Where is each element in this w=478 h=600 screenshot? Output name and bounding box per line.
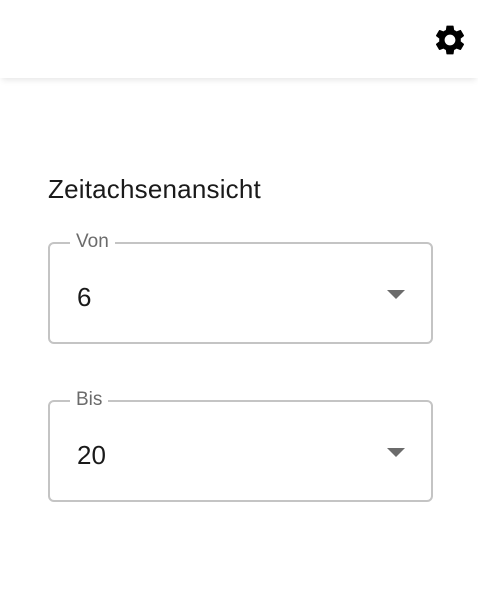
dropdown-arrow-icon[interactable] <box>387 448 405 457</box>
to-hour-value: 20 <box>77 440 106 470</box>
settings-button[interactable] <box>430 20 470 60</box>
to-hour-select[interactable]: Bis 20 <box>48 389 433 502</box>
gear-icon <box>435 25 465 55</box>
dropdown-arrow-icon[interactable] <box>387 290 405 299</box>
from-hour-label: Von <box>70 231 115 253</box>
top-app-bar <box>0 0 478 78</box>
timeline-view-title: Zeitachsenansicht <box>48 174 261 204</box>
from-hour-value: 6 <box>77 282 92 312</box>
from-hour-select[interactable]: Von 6 <box>48 231 433 344</box>
to-hour-label: Bis <box>70 389 109 411</box>
app-window: Zeitachsenansicht Von 6 Bis 20 <box>0 0 478 600</box>
